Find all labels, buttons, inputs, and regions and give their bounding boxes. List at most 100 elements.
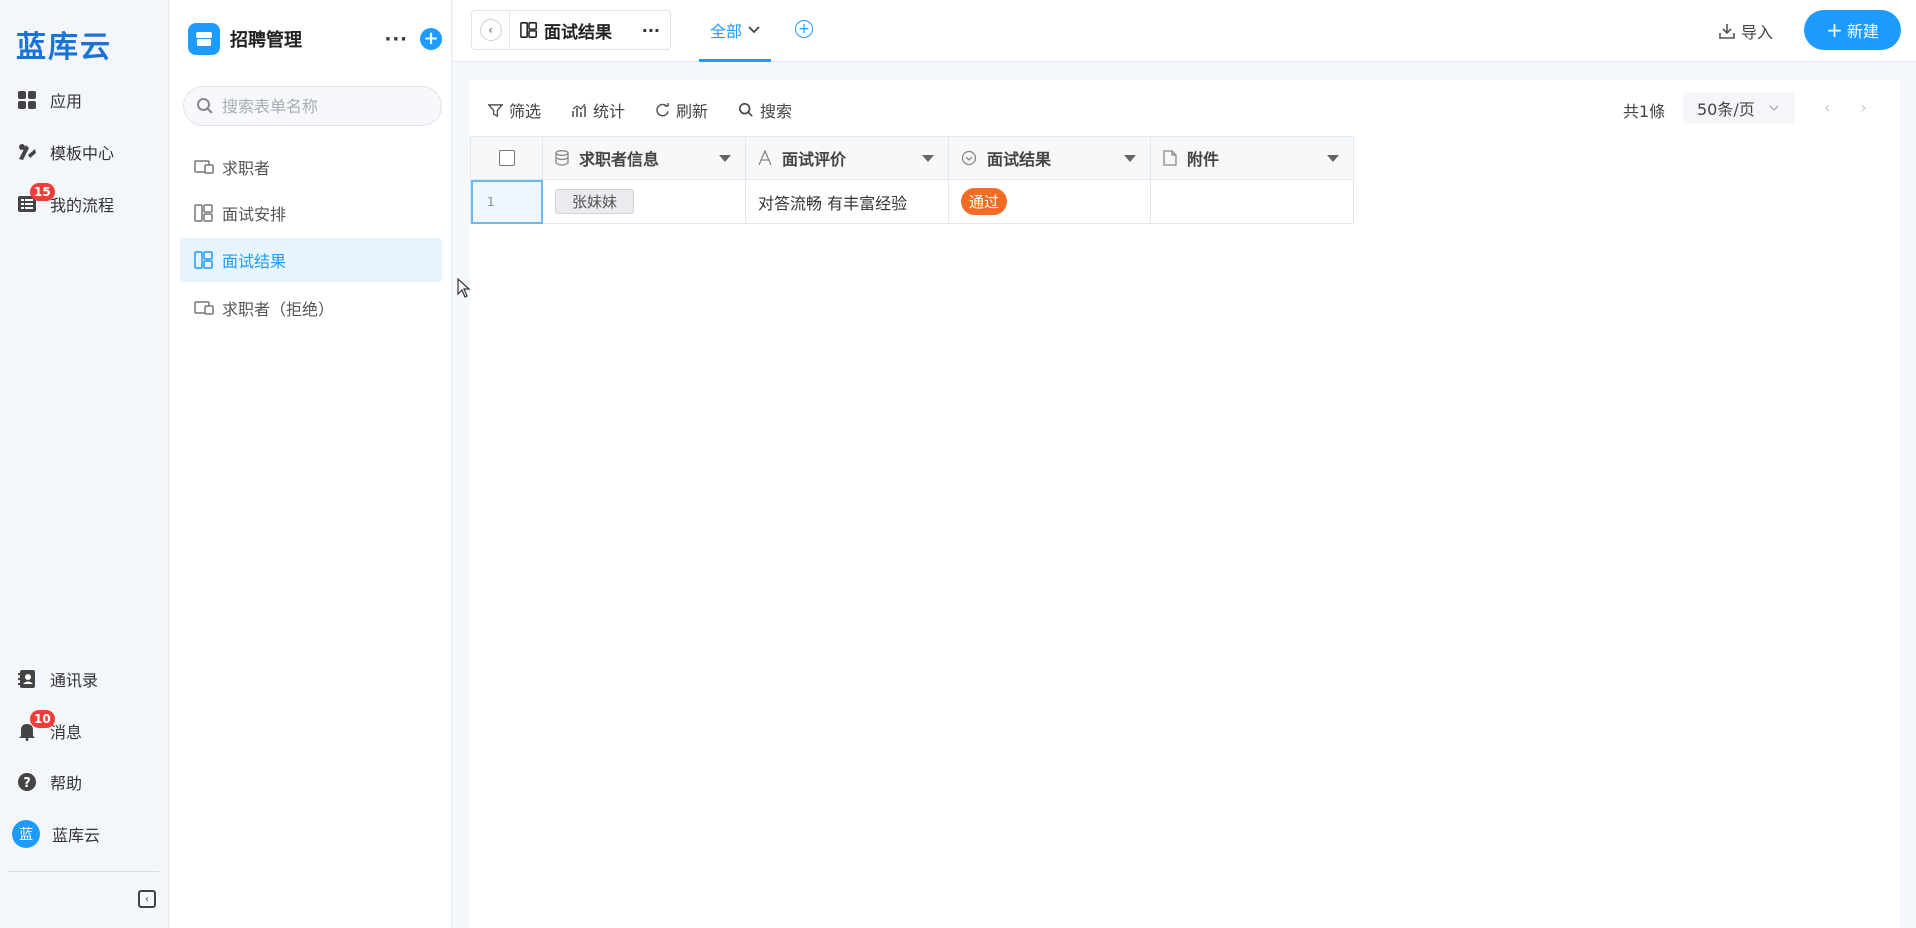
caret-down-icon[interactable] [922,154,934,162]
nav-item-contacts[interactable]: 通讯录 [16,662,98,696]
download-icon [1719,24,1735,39]
page-size-value: 50条/页 [1697,100,1755,119]
content-card: 筛选 统计 刷新 搜索 共1條 50条/页 ‹ › 求职者信息 面试评价 面试结… [470,80,1900,928]
table-row[interactable]: 1 张妹妹 对答流畅 有丰富经验 通过 [471,180,1354,224]
chevron-left-icon: ‹ [479,19,502,41]
nav-item-label: 模板中心 [50,144,115,163]
page-size-select[interactable]: 50条/页 [1683,92,1795,124]
column-label: 面试评价 [782,150,847,169]
nav-item-my-flows[interactable]: 15 我的流程 [16,183,115,221]
nav-item-apps[interactable]: 应用 [16,83,82,117]
evaluation-cell[interactable]: 对答流畅 有丰富经验 [746,180,949,224]
nav-item-label: 应用 [50,92,83,111]
brand-logo: 蓝库云 [16,30,112,65]
chevron-down-icon [1769,105,1779,111]
add-view-button[interactable]: + [795,20,813,38]
column-label: 求职者信息 [579,150,660,169]
nav-item-messages[interactable]: 10 消息 [16,710,83,748]
nav-item-templates[interactable]: 模板中心 [16,135,114,169]
app-header: 招聘管理 ··· + [188,22,442,56]
app-store-icon [188,23,220,55]
column-header-result[interactable]: 面试结果 [949,136,1151,180]
column-header-attachment[interactable]: 附件 [1151,136,1354,180]
mouse-cursor-icon [457,278,471,298]
form-item-applicants[interactable]: 求职者 [180,145,442,189]
caret-down-icon[interactable] [1124,154,1136,162]
chart-icon [572,103,586,117]
next-page-button[interactable]: › [1860,98,1866,117]
caret-down-icon[interactable] [719,154,731,162]
form-sidebar: 招聘管理 ··· + 求职者 面试安排 面试结果 求职者（拒绝） [170,0,452,928]
current-form-tab: ‹ 面试结果 ··· [471,10,671,50]
filter-button[interactable]: 筛选 [488,98,541,122]
form-more-icon[interactable]: ··· [642,21,660,40]
import-button[interactable]: 导入 [1719,18,1773,44]
select-all-checkbox[interactable] [498,150,515,166]
bell-icon: 10 [16,710,55,742]
form-icon [194,301,214,315]
user-profile[interactable]: 蓝 蓝库云 [12,817,100,851]
applicant-cell[interactable]: 张妹妹 [543,180,746,224]
form-title: 面试结果 [544,22,612,43]
record-total: 共1條 [1623,102,1666,121]
new-record-button[interactable]: + 新建 [1804,10,1901,50]
user-name: 蓝库云 [52,826,101,845]
result-cell[interactable]: 通过 [949,180,1151,224]
message-count-badge: 10 [30,710,55,728]
tab-all[interactable]: 全部 [699,0,771,62]
help-icon: ? [16,771,38,793]
top-bar: ‹ 面试结果 ··· 全部 + 导入 + 新建 [453,0,1916,62]
table-toolbar: 筛选 统计 刷新 搜索 [488,96,792,124]
nav-divider [8,871,159,872]
form-icon [520,22,537,38]
nav-item-label: 帮助 [50,774,83,793]
refresh-button[interactable]: 刷新 [655,98,708,122]
row-number-cell[interactable]: 1 [471,180,543,224]
evaluation-text: 对答流畅 有丰富经验 [758,193,908,213]
select-all-cell [471,136,543,180]
collapse-sidebar-button[interactable]: ‹ [138,890,156,908]
caret-down-icon[interactable] [1327,154,1339,162]
column-header-applicant[interactable]: 求职者信息 [543,136,746,180]
import-label: 导入 [1741,23,1774,42]
new-label: 新建 [1846,22,1879,41]
refresh-icon [656,102,669,116]
flow-count-badge: 15 [30,183,55,201]
form-item-interview-results[interactable]: 面试结果 [180,238,442,282]
attachment-cell[interactable] [1151,180,1354,224]
form-search-box [183,86,442,126]
grid-icon [16,89,38,111]
select-icon [961,150,977,166]
add-form-button[interactable]: + [420,28,442,50]
back-button[interactable]: ‹ [472,11,510,49]
form-tab-title-wrap: 面试结果 [520,18,642,43]
nav-item-label: 我的流程 [50,196,115,215]
chevron-left-icon: ‹ [145,893,149,905]
more-icon[interactable]: ··· [384,29,408,50]
svg-text:?: ? [23,776,31,791]
refresh-label: 刷新 [676,102,709,121]
file-icon [1163,150,1177,166]
prev-page-button[interactable]: ‹ [1824,98,1830,117]
database-icon [555,150,569,166]
form-icon [194,160,214,174]
form-item-label: 面试结果 [222,252,287,271]
search-icon [197,98,213,114]
nav-item-label: 消息 [50,723,83,742]
form-item-applicants-rejected[interactable]: 求职者（拒绝） [180,286,442,330]
form-icon [194,251,213,269]
stats-label: 统计 [593,102,626,121]
text-icon [758,150,772,166]
applicant-tag[interactable]: 张妹妹 [555,189,635,214]
form-search-input[interactable] [222,96,432,116]
search-button[interactable]: 搜索 [738,98,792,122]
stats-button[interactable]: 统计 [571,98,625,122]
nav-item-help[interactable]: ? 帮助 [16,765,82,799]
pagination: ‹ › [1824,98,1867,117]
column-header-evaluation[interactable]: 面试评价 [746,136,949,180]
form-item-label: 求职者（拒绝） [222,300,335,319]
form-item-label: 面试安排 [222,205,287,224]
filter-label: 筛选 [509,102,542,121]
table-header-row: 求职者信息 面试评价 面试结果 附件 [471,136,1354,180]
form-item-interview-schedule[interactable]: 面试安排 [180,191,442,235]
